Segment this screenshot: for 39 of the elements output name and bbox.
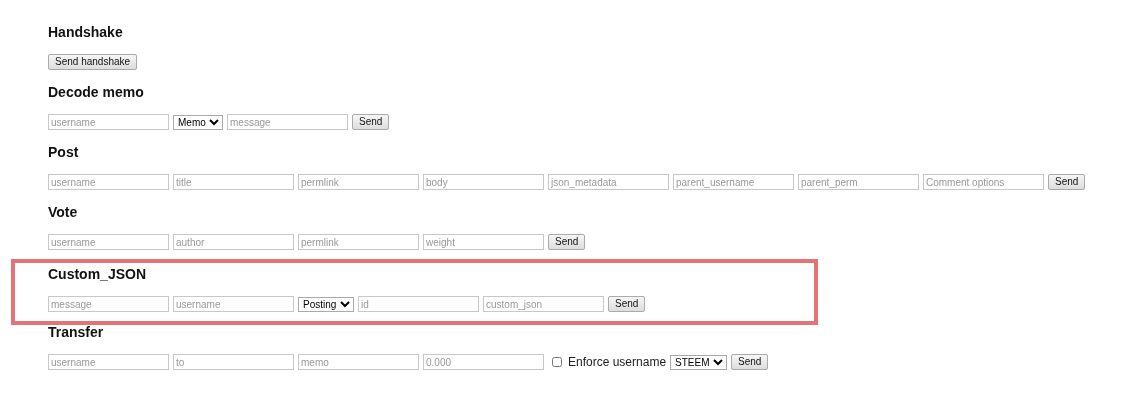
- checkbox-label: Enforce username: [568, 354, 667, 371]
- send-button[interactable]: Send: [352, 114, 390, 130]
- input-field[interactable]: username: [173, 296, 294, 312]
- input-field[interactable]: to: [173, 354, 294, 370]
- input-field[interactable]: Comment options: [923, 174, 1044, 190]
- input-field[interactable]: permlink: [298, 234, 419, 250]
- section-heading: Vote: [48, 203, 78, 222]
- input-field[interactable]: parent_perm: [798, 174, 919, 190]
- input-field[interactable]: username: [48, 234, 169, 250]
- dropdown[interactable]: Posting: [298, 296, 354, 312]
- send-button[interactable]: Send: [731, 354, 769, 370]
- input-field[interactable]: username: [48, 354, 169, 370]
- section-heading: Custom_JSON: [48, 265, 147, 284]
- input-field[interactable]: id: [358, 296, 479, 312]
- input-field[interactable]: weight: [423, 234, 544, 250]
- send-button[interactable]: Send: [548, 234, 586, 250]
- input-field[interactable]: username: [48, 114, 169, 130]
- dropdown[interactable]: Memo: [173, 114, 223, 130]
- input-field[interactable]: parent_username: [673, 174, 794, 190]
- input-field[interactable]: 0.000: [423, 354, 544, 370]
- input-field[interactable]: body: [423, 174, 544, 190]
- checkbox[interactable]: [552, 357, 562, 367]
- input-field[interactable]: username: [48, 174, 169, 190]
- input-field[interactable]: json_metadata: [548, 174, 669, 190]
- send-button[interactable]: Send: [1048, 174, 1086, 190]
- dropdown[interactable]: STEEM: [670, 354, 728, 370]
- send-button[interactable]: Send handshake: [48, 54, 138, 70]
- input-field[interactable]: permlink: [298, 174, 419, 190]
- send-button[interactable]: Send: [608, 296, 646, 312]
- input-field[interactable]: title: [173, 174, 294, 190]
- section-heading: Transfer: [48, 323, 104, 342]
- input-field[interactable]: memo: [298, 354, 419, 370]
- input-field[interactable]: message: [48, 296, 169, 312]
- section-heading: Handshake: [48, 23, 123, 42]
- input-field[interactable]: custom_json: [483, 296, 604, 312]
- section-heading: Decode memo: [48, 83, 144, 102]
- section-heading: Post: [48, 143, 79, 162]
- input-field[interactable]: message: [227, 114, 348, 130]
- input-field[interactable]: author: [173, 234, 294, 250]
